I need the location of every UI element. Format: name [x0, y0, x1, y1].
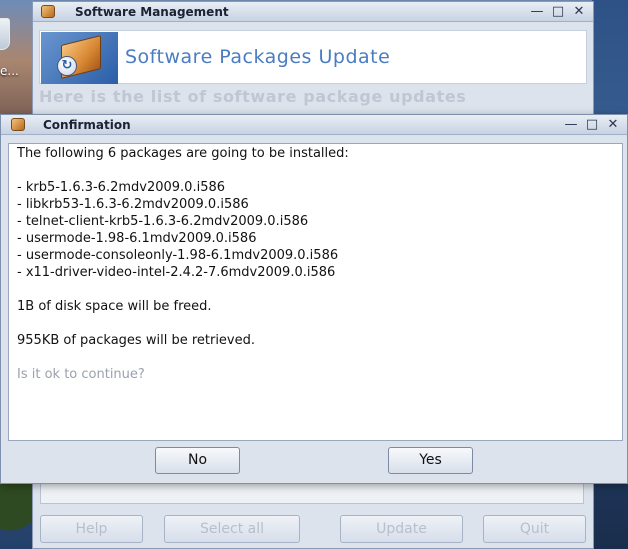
help-button[interactable]: Help — [40, 515, 143, 543]
app-icon — [41, 5, 55, 18]
package-update-icon: ↻ — [41, 32, 118, 84]
management-subtitle: Here is the list of software package upd… — [39, 87, 467, 106]
intro-text: The following 6 packages are going to be… — [17, 146, 349, 161]
management-header-banner: ↻ Software Packages Update — [39, 30, 587, 84]
package-item: - x11-driver-video-intel-2.4.2-7.6mdv200… — [17, 265, 336, 280]
desktop-icon-label[interactable]: e... — [0, 64, 19, 78]
close-icon[interactable]: ✕ — [605, 117, 621, 133]
package-item: - libkrb53-1.6.3-6.2mdv2009.0.i586 — [17, 197, 249, 212]
management-window-title: Software Management — [75, 5, 229, 19]
management-header-title: Software Packages Update — [125, 46, 391, 68]
app-icon — [11, 118, 25, 131]
close-icon[interactable]: ✕ — [571, 4, 587, 20]
no-button[interactable]: No — [155, 447, 240, 474]
confirmation-dialog: Confirmation — □ ✕ The following 6 packa… — [0, 114, 628, 484]
continue-question: Is it ok to continue? — [17, 367, 145, 382]
retrieve-size-text: 955KB of packages will be retrieved. — [17, 333, 256, 348]
package-item: - usermode-1.98-6.1mdv2009.0.i586 — [17, 231, 257, 246]
package-item: - krb5-1.6.3-6.2mdv2009.0.i586 — [17, 180, 226, 195]
update-button[interactable]: Update — [340, 515, 463, 543]
minimize-icon[interactable]: — — [563, 117, 579, 133]
update-badge-icon: ↻ — [57, 56, 77, 76]
confirmation-message: The following 6 packages are going to be… — [8, 143, 623, 441]
desktop-file-icon[interactable] — [0, 18, 10, 50]
maximize-icon[interactable]: □ — [550, 4, 566, 20]
management-button-bar: Help Select all Update Quit — [40, 515, 586, 543]
package-item: - usermode-consoleonly-1.98-6.1mdv2009.0… — [17, 248, 339, 263]
disk-space-text: 1B of disk space will be freed. — [17, 299, 212, 314]
management-titlebar[interactable]: Software Management — □ ✕ — [33, 2, 593, 22]
package-item: - telnet-client-krb5-1.6.3-6.2mdv2009.0.… — [17, 214, 309, 229]
confirmation-title: Confirmation — [43, 118, 131, 132]
confirmation-titlebar[interactable]: Confirmation — □ ✕ — [1, 115, 627, 135]
yes-button[interactable]: Yes — [388, 447, 473, 474]
select-all-button[interactable]: Select all — [164, 515, 300, 543]
quit-button[interactable]: Quit — [483, 515, 586, 543]
maximize-icon[interactable]: □ — [584, 117, 600, 133]
minimize-icon[interactable]: — — [529, 4, 545, 20]
